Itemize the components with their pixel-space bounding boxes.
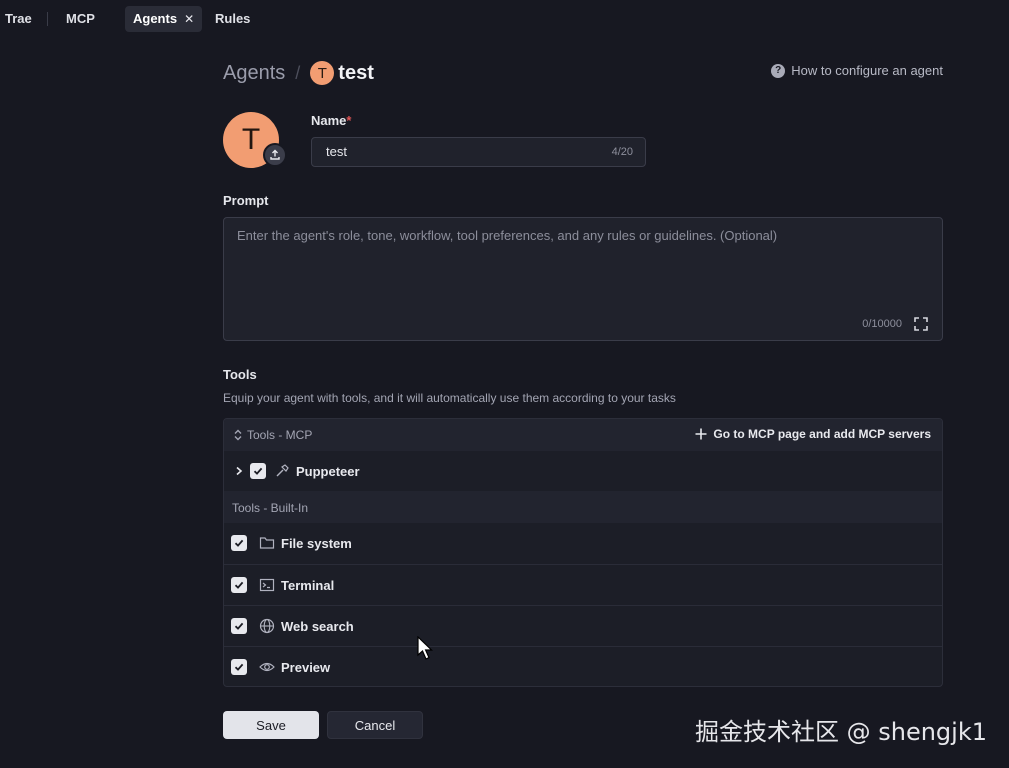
- globe-icon: [259, 618, 275, 634]
- tool-name: Terminal: [281, 577, 335, 593]
- breadcrumb-agents-link[interactable]: Agents: [223, 62, 285, 85]
- upload-icon[interactable]: [263, 143, 287, 167]
- tool-name: File system: [281, 535, 352, 551]
- prompt-placeholder: Enter the agent's role, tone, workflow, …: [237, 228, 778, 243]
- name-input[interactable]: [326, 144, 586, 159]
- watermark: 掘金技术社区 @ shengjk1: [694, 718, 987, 746]
- tab-rules[interactable]: Rules: [215, 6, 250, 32]
- tool-row-terminal[interactable]: Terminal: [224, 564, 942, 605]
- prompt-label: Prompt: [223, 193, 269, 208]
- chevron-right-icon[interactable]: [234, 466, 244, 476]
- cancel-button[interactable]: Cancel: [327, 711, 423, 739]
- name-char-count: 4/20: [611, 146, 633, 158]
- tool-row-puppeteer[interactable]: Puppeteer: [224, 451, 942, 491]
- folder-icon: [259, 537, 275, 549]
- tool-row-file-system[interactable]: File system: [224, 523, 942, 563]
- sort-icon: [234, 429, 242, 441]
- file-system-checkbox[interactable]: [231, 535, 247, 551]
- expand-icon[interactable]: [914, 317, 928, 331]
- preview-checkbox[interactable]: [231, 659, 247, 675]
- terminal-icon: [259, 578, 275, 592]
- tool-row-preview[interactable]: Preview: [224, 646, 942, 686]
- web-search-checkbox[interactable]: [231, 618, 247, 634]
- required-mark: *: [346, 113, 352, 128]
- tab-trae[interactable]: Trae: [5, 6, 32, 32]
- prompt-textarea[interactable]: Enter the agent's role, tone, workflow, …: [223, 217, 943, 341]
- close-icon[interactable]: ✕: [184, 12, 194, 26]
- add-mcp-servers-link[interactable]: Go to MCP page and add MCP servers: [695, 427, 931, 441]
- hammer-icon: [276, 464, 289, 477]
- tools-list: Tools - MCP Go to MCP page and add MCP s…: [223, 418, 943, 687]
- help-link[interactable]: ? How to configure an agent: [771, 63, 943, 78]
- name-field[interactable]: 4/20: [311, 137, 646, 167]
- tools-title: Tools: [223, 367, 257, 382]
- eye-icon: [259, 662, 275, 672]
- breadcrumb-current: test: [338, 61, 374, 84]
- tool-row-web-search[interactable]: Web search: [224, 605, 942, 646]
- breadcrumb: Agents / T test: [223, 60, 374, 86]
- mcp-tools-header: Tools - MCP Go to MCP page and add MCP s…: [224, 419, 942, 451]
- plus-icon: [695, 428, 707, 440]
- save-button[interactable]: Save: [223, 711, 319, 739]
- tab-mcp[interactable]: MCP: [66, 6, 95, 32]
- mouse-cursor-icon: [417, 636, 433, 660]
- tool-name: Puppeteer: [296, 463, 360, 479]
- tool-name: Web search: [281, 618, 354, 634]
- builtin-tools-header: Tools - Built-In: [224, 491, 942, 523]
- prompt-char-count: 0/10000: [862, 318, 902, 330]
- terminal-checkbox[interactable]: [231, 577, 247, 593]
- tab-bar: Trae MCP Agents ✕ Rules: [0, 0, 1009, 38]
- tools-subtitle: Equip your agent with tools, and it will…: [223, 391, 676, 405]
- tab-agents[interactable]: Agents ✕: [125, 6, 203, 32]
- name-label: Name*: [311, 113, 352, 128]
- puppeteer-checkbox[interactable]: [250, 463, 266, 479]
- tab-divider: [47, 12, 48, 26]
- tool-name: Preview: [281, 659, 331, 675]
- avatar: T: [310, 61, 335, 85]
- breadcrumb-separator: /: [295, 62, 301, 83]
- help-icon: ?: [771, 63, 786, 78]
- mcp-sort-toggle[interactable]: Tools - MCP: [233, 428, 312, 442]
